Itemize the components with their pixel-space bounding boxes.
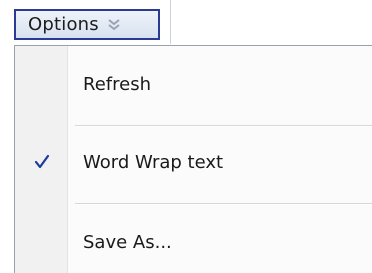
options-dropdown-menu: Refresh Word Wrap text Save As... — [14, 45, 372, 273]
options-menu-screen: Options Refresh Word Wrap text Save As..… — [0, 0, 372, 273]
menu-item-refresh[interactable]: Refresh — [15, 54, 372, 114]
checkmark-icon — [34, 154, 50, 169]
double-chevron-down-icon — [108, 18, 120, 30]
menu-item-word-wrap[interactable]: Word Wrap text — [15, 132, 372, 192]
options-button-label: Options — [28, 14, 99, 35]
menu-item-label: Word Wrap text — [83, 151, 224, 173]
menu-separator — [75, 125, 372, 127]
menu-item-label: Refresh — [83, 73, 151, 95]
options-button[interactable]: Options — [14, 9, 160, 40]
menu-item-label: Save As... — [83, 231, 172, 253]
menu-separator — [75, 203, 372, 205]
toolbar-divider — [170, 0, 171, 44]
menu-item-save-as[interactable]: Save As... — [15, 212, 372, 272]
